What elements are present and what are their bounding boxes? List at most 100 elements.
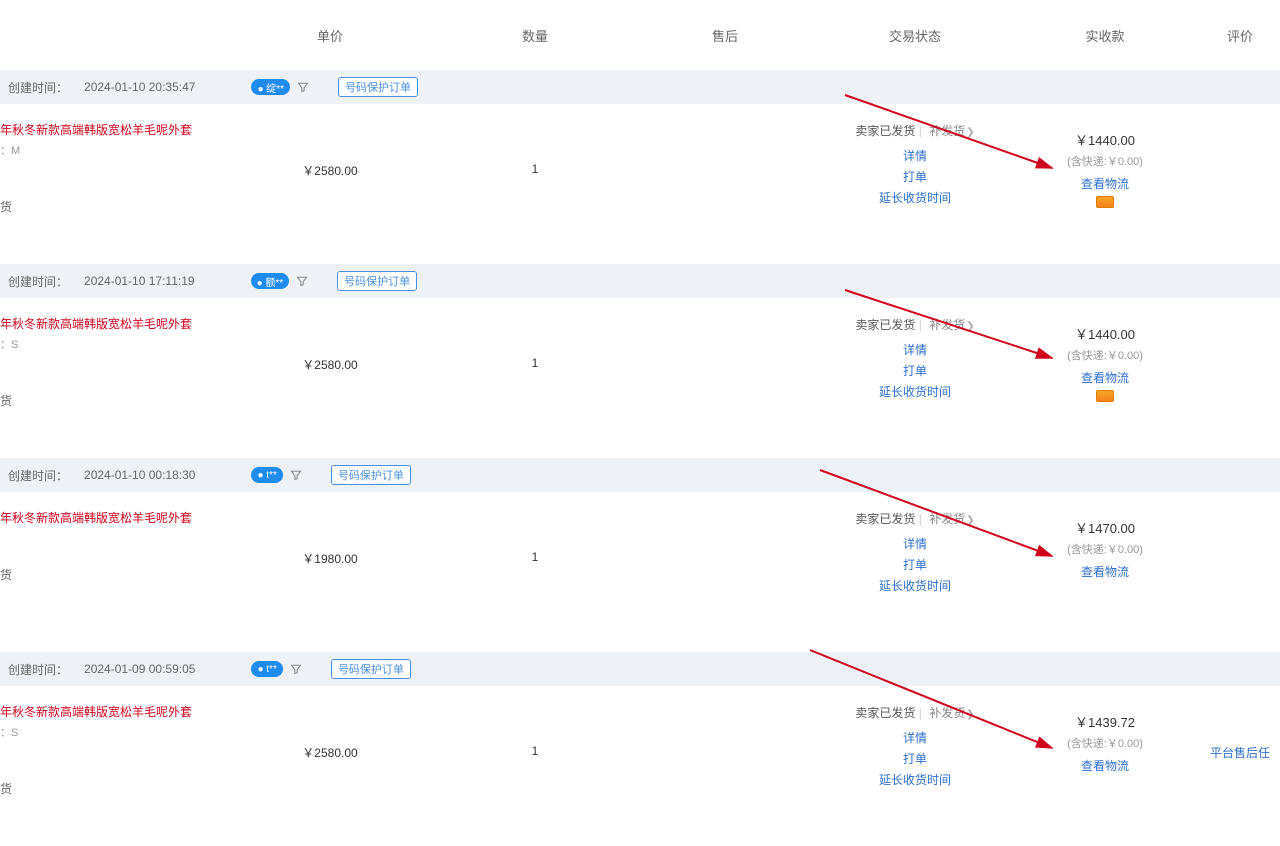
filter-icon[interactable]	[295, 274, 309, 288]
pay-shipping: (含快递:￥0.00)	[1010, 541, 1200, 557]
print-link[interactable]: 打单	[820, 750, 1010, 767]
qty-cell: 1	[440, 122, 630, 244]
product-title[interactable]: 年秋冬新款高端韩版宽松羊毛呢外套	[0, 704, 220, 720]
col-price: 单价	[220, 26, 440, 45]
view-logistics-link[interactable]: 查看物流	[1010, 175, 1200, 192]
chevron-right-icon: ❯	[966, 515, 974, 526]
reship-link[interactable]: 补发货❯	[929, 318, 974, 332]
extend-link[interactable]: 延长收货时间	[820, 771, 1010, 788]
chevron-right-icon: ❯	[966, 127, 974, 138]
qty-cell: 1	[440, 704, 630, 826]
pay-shipping: (含快递:￥0.00)	[1010, 735, 1200, 751]
status-cell: 卖家已发货 | 补发货❯ 详情 打单 延长收货时间	[820, 510, 1010, 632]
order-body: 年秋冬新款高端韩版宽松羊毛呢外套 ：S 货 ￥2580.00 1 卖家已发货 |…	[0, 686, 1280, 846]
product-extra: 货	[0, 566, 220, 583]
price-cell: ￥2580.00	[220, 122, 440, 244]
status-cell: 卖家已发货 | 补发货❯ 详情 打单 延长收货时间	[820, 704, 1010, 826]
extend-link[interactable]: 延长收货时间	[820, 577, 1010, 594]
status-cell: 卖家已发货 | 补发货❯ 详情 打单 延长收货时间	[820, 122, 1010, 244]
filter-icon[interactable]	[289, 468, 303, 482]
extend-link[interactable]: 延长收货时间	[820, 383, 1010, 400]
phone-protect-tag: 号码保护订单	[331, 465, 411, 485]
review-cell[interactable]	[1200, 510, 1280, 632]
buyer-badge[interactable]: ● t**	[251, 467, 282, 483]
created-time: 2024-01-10 20:35:47	[84, 80, 195, 94]
reship-link[interactable]: 补发货❯	[929, 706, 974, 720]
order-header-bar: 创建时间： 2024-01-10 00:18:30 ● t** 号码保护订单	[0, 458, 1280, 492]
view-logistics-link[interactable]: 查看物流	[1010, 369, 1200, 386]
detail-link[interactable]: 详情	[820, 147, 1010, 164]
buyer-badge[interactable]: ● 绽**	[251, 79, 290, 95]
qty-cell: 1	[440, 316, 630, 438]
status-shipped-line: 卖家已发货 | 补发货❯	[820, 704, 1010, 721]
extend-link[interactable]: 延长收货时间	[820, 189, 1010, 206]
print-link[interactable]: 打单	[820, 168, 1010, 185]
order-body: 年秋冬新款高端韩版宽松羊毛呢外套 ：M 货 ￥2580.00 1 卖家已发货 |…	[0, 104, 1280, 264]
product-title[interactable]: 年秋冬新款高端韩版宽松羊毛呢外套	[0, 510, 220, 526]
filter-icon[interactable]	[296, 80, 310, 94]
payment-card-icon[interactable]	[1096, 196, 1114, 208]
chevron-right-icon: ❯	[966, 709, 974, 720]
view-logistics-link[interactable]: 查看物流	[1010, 563, 1200, 580]
created-label: 创建时间：	[8, 467, 68, 484]
product-title[interactable]: 年秋冬新款高端韩版宽松羊毛呢外套	[0, 122, 220, 138]
created-time: 2024-01-10 00:18:30	[84, 468, 195, 482]
aftersale-cell	[630, 316, 820, 438]
view-logistics-link[interactable]: 查看物流	[1010, 757, 1200, 774]
pay-amount: ￥1439.72	[1010, 712, 1200, 731]
buyer-group: ● t**	[251, 661, 302, 677]
col-aftersale: 售后	[630, 26, 820, 45]
order-block: 创建时间： 2024-01-09 00:59:05 ● t** 号码保护订单 年…	[0, 652, 1280, 846]
order-body: 年秋冬新款高端韩版宽松羊毛呢外套 ：S 货 ￥2580.00 1 卖家已发货 |…	[0, 298, 1280, 458]
created-time: 2024-01-10 17:11:19	[84, 274, 195, 288]
order-header-bar: 创建时间： 2024-01-10 20:35:47 ● 绽** 号码保护订单	[0, 70, 1280, 104]
detail-link[interactable]: 详情	[820, 535, 1010, 552]
created-label: 创建时间：	[8, 661, 68, 678]
col-status: 交易状态	[820, 26, 1010, 45]
reship-link[interactable]: 补发货❯	[929, 512, 974, 526]
product-cell: 年秋冬新款高端韩版宽松羊毛呢外套 ：M 货	[0, 122, 220, 244]
print-link[interactable]: 打单	[820, 362, 1010, 379]
payment-cell: ￥1440.00 (含快递:￥0.00) 查看物流	[1010, 122, 1200, 244]
review-cell[interactable]	[1200, 122, 1280, 244]
payment-cell: ￥1439.72 (含快递:￥0.00) 查看物流	[1010, 704, 1200, 826]
reship-link[interactable]: 补发货❯	[929, 124, 974, 138]
aftersale-cell	[630, 510, 820, 632]
order-header-bar: 创建时间： 2024-01-09 00:59:05 ● t** 号码保护订单	[0, 652, 1280, 686]
product-sku: ：S	[0, 724, 220, 740]
product-cell: 年秋冬新款高端韩版宽松羊毛呢外套 ：S 货	[0, 704, 220, 826]
buyer-badge[interactable]: ● t**	[251, 661, 282, 677]
review-cell[interactable]	[1200, 316, 1280, 438]
status-shipped: 卖家已发货	[855, 512, 915, 526]
status-shipped-line: 卖家已发货 | 补发货❯	[820, 122, 1010, 139]
status-shipped-line: 卖家已发货 | 补发货❯	[820, 510, 1010, 527]
pay-amount: ￥1440.00	[1010, 130, 1200, 149]
product-extra: 货	[0, 780, 220, 797]
order-header-bar: 创建时间： 2024-01-10 17:11:19 ● 额** 号码保护订单	[0, 264, 1280, 298]
print-link[interactable]: 打单	[820, 556, 1010, 573]
product-cell: 年秋冬新款高端韩版宽松羊毛呢外套 货	[0, 510, 220, 632]
review-cell[interactable]: 平台售后任	[1200, 704, 1280, 826]
pay-amount: ￥1470.00	[1010, 518, 1200, 537]
pay-shipping: (含快递:￥0.00)	[1010, 347, 1200, 363]
order-block: 创建时间： 2024-01-10 20:35:47 ● 绽** 号码保护订单 年…	[0, 70, 1280, 264]
product-title[interactable]: 年秋冬新款高端韩版宽松羊毛呢外套	[0, 316, 220, 332]
order-body: 年秋冬新款高端韩版宽松羊毛呢外套 货 ￥1980.00 1 卖家已发货 | 补发…	[0, 492, 1280, 652]
detail-link[interactable]: 详情	[820, 341, 1010, 358]
price-cell: ￥1980.00	[220, 510, 440, 632]
buyer-badge[interactable]: ● 额**	[251, 273, 290, 289]
product-extra: 货	[0, 392, 220, 409]
col-review: 评价	[1200, 26, 1280, 45]
status-cell: 卖家已发货 | 补发货❯ 详情 打单 延长收货时间	[820, 316, 1010, 438]
buyer-group: ● t**	[251, 467, 302, 483]
qty-cell: 1	[440, 510, 630, 632]
filter-icon[interactable]	[289, 662, 303, 676]
payment-card-icon[interactable]	[1096, 390, 1114, 402]
price-cell: ￥2580.00	[220, 316, 440, 438]
created-label: 创建时间：	[8, 273, 68, 290]
status-shipped: 卖家已发货	[855, 124, 915, 138]
chevron-right-icon: ❯	[966, 321, 974, 332]
detail-link[interactable]: 详情	[820, 729, 1010, 746]
column-headers: 单价 数量 售后 交易状态 实收款 评价	[0, 0, 1280, 70]
aftersale-cell	[630, 122, 820, 244]
